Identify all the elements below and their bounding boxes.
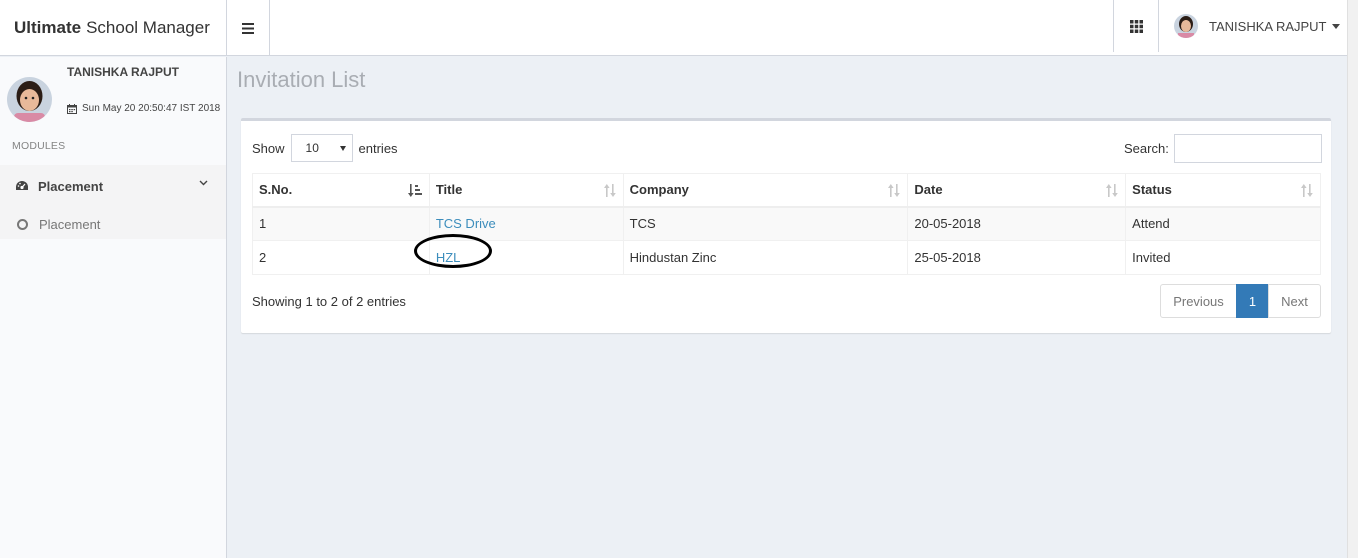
- title-link-tcs-drive[interactable]: TCS Drive: [436, 216, 496, 231]
- menu-label: Placement: [38, 178, 104, 194]
- table-info: Showing 1 to 2 of 2 entries: [252, 294, 406, 309]
- modules-header: MODULES: [12, 140, 66, 152]
- sort-icon: [603, 184, 616, 197]
- entries-select[interactable]: 10: [290, 134, 353, 162]
- submenu-label: Placement: [39, 216, 101, 232]
- cell-date: 20-05-2018: [907, 206, 1127, 241]
- column-header-date[interactable]: Date: [907, 173, 1127, 208]
- sort-icon: [1301, 184, 1313, 197]
- cell-company: TCS: [622, 206, 909, 241]
- column-header-sno[interactable]: S.No.: [252, 173, 430, 208]
- brand-rest: School Manager: [86, 18, 210, 37]
- cell-title: TCS Drive: [428, 206, 624, 241]
- cell-title: HZL: [413, 234, 624, 275]
- top-navbar: Ultimate School Manager TANISHKA RAJPUT: [0, 0, 1347, 56]
- table-row: 1 TCS Drive TCS 20-05-2018 Attend: [252, 206, 1321, 241]
- table-search-control: Search:: [1124, 134, 1322, 163]
- invitation-table-box: Show 10 entries Search: S.No. Title Comp…: [241, 118, 1331, 333]
- user-panel: TANISHKA RAJPUT Sun May 20 20:50:47 IST …: [0, 57, 226, 137]
- next-page-button[interactable]: Next: [1268, 284, 1321, 318]
- sidebar-subitem-placement[interactable]: Placement: [0, 214, 226, 234]
- sidebar-datetime: Sun May 20 20:50:47 IST 2018: [67, 103, 220, 114]
- cell-status: Invited: [1125, 240, 1321, 275]
- sort-ascending-icon: [407, 184, 422, 197]
- sort-icon: [1106, 184, 1118, 197]
- profile-avatar-icon: [7, 77, 52, 122]
- user-avatar-icon: [1174, 14, 1198, 38]
- cell-company: Hindustan Zinc: [622, 240, 909, 275]
- column-header-title[interactable]: Title: [428, 173, 624, 208]
- invitation-table: S.No. Title Company Date Status 1 TCS Dr…: [252, 173, 1321, 275]
- sidebar-toggle-button[interactable]: [227, 0, 270, 56]
- page-title: Invitation List: [237, 67, 366, 92]
- sidebar-item-placement[interactable]: Placement: [0, 175, 226, 197]
- show-label: Show: [252, 140, 285, 156]
- search-label: Search:: [1124, 141, 1169, 156]
- previous-page-button[interactable]: Previous: [1160, 284, 1237, 318]
- pagination: Previous 1 Next: [1160, 284, 1321, 318]
- dashboard-icon: [15, 180, 29, 192]
- table-header-row: S.No. Title Company Date Status: [252, 173, 1321, 208]
- caret-down-icon: [1331, 23, 1340, 29]
- menu-icon: [242, 22, 254, 34]
- datetime-text: Sun May 20 20:50:47 IST 2018: [82, 103, 221, 114]
- table-row: 2 HZL Hindustan Zinc 25-05-2018 Invited: [252, 234, 1321, 275]
- cell-sno: 2: [252, 240, 430, 275]
- entries-label: entries: [358, 140, 398, 156]
- brand-bold: Ultimate: [14, 18, 82, 37]
- page-scrollbar[interactable]: [1347, 0, 1358, 558]
- calendar-icon: [67, 103, 77, 114]
- page-1-button[interactable]: 1: [1236, 284, 1269, 318]
- apps-button[interactable]: [1113, 0, 1159, 52]
- grid-icon: [1129, 19, 1143, 33]
- sidebar: TANISHKA RAJPUT Sun May 20 20:50:47 IST …: [0, 57, 227, 558]
- user-name-label: TANISHKA RAJPUT: [1209, 18, 1327, 34]
- column-header-status[interactable]: Status: [1125, 173, 1321, 208]
- title-link-hzl[interactable]: HZL: [436, 250, 461, 265]
- dropdown-arrow-icon: [339, 146, 346, 151]
- cell-date: 25-05-2018: [907, 240, 1127, 275]
- brand-logo[interactable]: Ultimate School Manager: [0, 0, 227, 56]
- sidebar-user-name: TANISHKA RAJPUT: [67, 65, 180, 79]
- hzl-link-wrapper: HZL: [413, 234, 492, 268]
- cell-sno: 1: [252, 206, 430, 241]
- entries-length-control: Show 10 entries: [252, 134, 398, 162]
- sort-icon: [888, 184, 901, 197]
- search-input[interactable]: [1173, 134, 1322, 163]
- entries-select-value: 10: [305, 141, 319, 155]
- chevron-down-icon: [199, 180, 208, 186]
- menu-group-placement: Placement Placement: [0, 165, 226, 239]
- column-header-company[interactable]: Company: [622, 173, 909, 208]
- circle-icon: [17, 218, 28, 230]
- cell-status: Attend: [1125, 206, 1321, 241]
- user-menu-dropdown[interactable]: TANISHKA RAJPUT: [1174, 0, 1340, 52]
